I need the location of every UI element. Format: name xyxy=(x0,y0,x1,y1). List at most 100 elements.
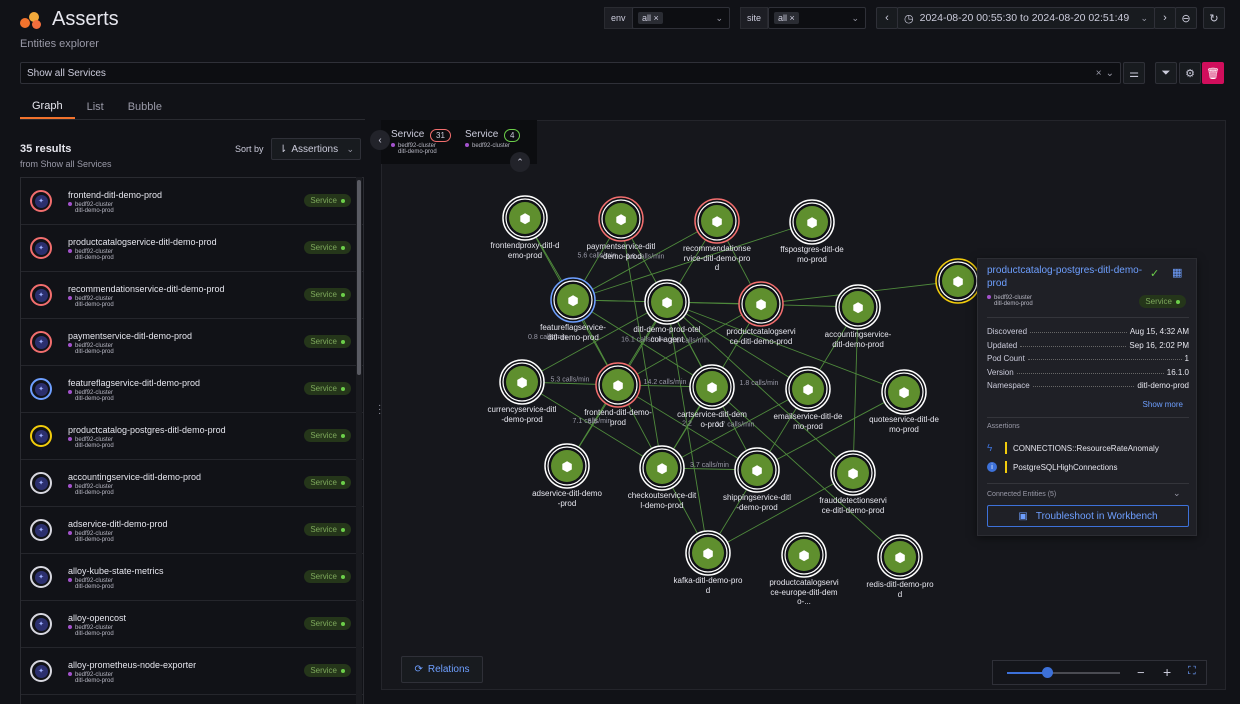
service-hex-icon: ⬢ xyxy=(567,294,578,309)
graph-node[interactable]: ⬢ xyxy=(878,535,922,579)
graph-node[interactable]: ⬢ xyxy=(782,533,826,577)
service-hex-icon: ⬢ xyxy=(656,462,667,477)
zoom-out-icon[interactable]: − xyxy=(1137,665,1145,680)
graph-node-label: checkoutservice-ditl-demo-prod xyxy=(627,491,697,510)
service-hex-icon: ⬢ xyxy=(798,549,809,564)
detail-field: Pod Count1 xyxy=(987,354,1189,363)
service-hex-icon: ⬢ xyxy=(516,376,527,391)
divider xyxy=(987,483,1189,484)
legend-meta: bedf92-clusterditl-demo-prod xyxy=(391,143,437,155)
service-hex-icon: ⬢ xyxy=(894,551,905,566)
graph-node-label: productcatalogservice-ditl-demo-prod xyxy=(726,327,796,346)
lightning-icon: ϟ xyxy=(987,443,1005,454)
relations-icon: ⟳ xyxy=(414,664,422,675)
troubleshoot-workbench-button[interactable]: ▣ Troubleshoot in Workbench xyxy=(987,505,1189,527)
service-hex-icon: ⬢ xyxy=(612,379,623,394)
graph-node[interactable]: ⬢ xyxy=(790,200,834,244)
graph-node-label: accountingservice-ditl-demo-prod xyxy=(823,330,893,349)
assertion-item[interactable]: ϟ CONNECTIONS::ResourceRateAnomaly xyxy=(987,442,1159,454)
legend-meta: bedf92-cluster xyxy=(465,143,510,149)
graph-node[interactable]: ⬢ xyxy=(690,365,734,409)
check-icon: ✓ xyxy=(1150,267,1159,280)
graph-node[interactable]: ⬢ xyxy=(739,282,783,326)
graph-node[interactable]: ⬢ xyxy=(882,370,926,414)
service-hex-icon: ⬢ xyxy=(702,547,713,562)
graph-node-label: adservice-ditl-demo-prod xyxy=(532,489,602,508)
graph-node[interactable]: ⬢ xyxy=(695,199,739,243)
service-hex-icon: ⬢ xyxy=(952,275,963,290)
graph-node-label: ffspostgres-ditl-demo-prod xyxy=(777,245,847,264)
zoom-controls: − + ⛶ xyxy=(992,660,1207,685)
graph-node[interactable]: ⬢ xyxy=(640,446,684,490)
graph-node-label: recommendationservice-ditl-demo-prod xyxy=(682,244,752,273)
collapse-legend-button[interactable]: ⌃ xyxy=(510,152,530,172)
relations-button[interactable]: ⟳ Relations xyxy=(401,656,483,683)
graph-node-label: kafka-ditl-demo-prod xyxy=(673,576,743,595)
divider xyxy=(987,317,1189,318)
service-hex-icon: ⬢ xyxy=(806,216,817,231)
service-hex-icon: ⬢ xyxy=(561,460,572,475)
service-hex-icon: ⬢ xyxy=(847,467,858,482)
service-hex-icon: ⬢ xyxy=(706,381,717,396)
severity-bar xyxy=(1005,461,1007,473)
graph-node[interactable]: ⬢ xyxy=(836,285,880,329)
graph-node[interactable]: ⬢ xyxy=(831,451,875,495)
graph-node-label: cartservice-ditl-demo-prod xyxy=(677,410,747,429)
graph-node[interactable]: ⬢ xyxy=(500,360,544,404)
graph-node[interactable]: ⬢ xyxy=(936,259,980,303)
connected-entities-toggle[interactable]: Connected Entities (5) xyxy=(987,491,1056,498)
resize-handle-icon[interactable]: ··· xyxy=(378,404,381,416)
assertions-title: Assertions xyxy=(987,423,1020,430)
workbench-icon: ▣ xyxy=(1018,511,1027,522)
detail-field: Version16.1.0 xyxy=(987,368,1189,377)
service-hex-icon: ⬢ xyxy=(661,296,672,311)
info-icon: i xyxy=(987,462,997,472)
graph-node[interactable]: ⬢ xyxy=(735,448,779,492)
detail-field: DiscoveredAug 15, 4:32 AM xyxy=(987,327,1189,336)
detail-field: Namespaceditl-demo-prod xyxy=(987,381,1189,390)
severity-bar xyxy=(1005,442,1007,454)
graph-node[interactable]: ⬢ xyxy=(786,367,830,411)
entity-detail-card: productcatalog-postgres-ditl-demo-prod ✓… xyxy=(977,258,1197,536)
legend-count-badge[interactable]: 31 xyxy=(430,129,451,142)
graph-node[interactable]: ⬢ xyxy=(545,444,589,488)
collapse-panel-button[interactable]: ‹ xyxy=(370,130,390,150)
graph-node-label: emailservice-ditl-demo-prod xyxy=(773,412,843,431)
show-more-link[interactable]: Show more xyxy=(1143,400,1183,409)
service-hex-icon: ⬢ xyxy=(711,215,722,230)
graph-node[interactable]: ⬢ xyxy=(551,278,595,322)
edge-label: 3.7 calls/min xyxy=(690,462,729,469)
graph-node[interactable]: ⬢ xyxy=(645,280,689,324)
graph-node-label: frontend-ditl-demo-prod xyxy=(583,408,653,427)
edge-label: 5.3 calls/min xyxy=(551,377,590,384)
legend-count-badge[interactable]: 4 xyxy=(504,129,520,142)
fullscreen-icon[interactable]: ⛶ xyxy=(1188,665,1196,678)
entity-meta: bedf92-clusterditl-demo-prod xyxy=(987,295,1033,307)
graph-node-label: featureflagservice-ditl-demo-prod xyxy=(538,323,608,342)
service-hex-icon: ⬢ xyxy=(751,464,762,479)
graph-node[interactable]: ⬢ xyxy=(686,531,730,575)
graph-node[interactable]: ⬢ xyxy=(596,363,640,407)
graph-node[interactable]: ⬢ xyxy=(503,196,547,240)
zoom-slider-thumb[interactable] xyxy=(1042,667,1053,678)
edge-label: 1.8 calls/min xyxy=(740,380,779,387)
graph-node[interactable]: ⬢ xyxy=(599,197,643,241)
service-hex-icon: ⬢ xyxy=(802,383,813,398)
graph-node-label: frauddetectionservice-ditl-demo-prod xyxy=(818,496,888,515)
zoom-slider-fill xyxy=(1007,672,1047,674)
detail-field: UpdatedSep 16, 2:02 PM xyxy=(987,341,1189,350)
graph-node-label: productcatalogservice-europe-ditl-demo-.… xyxy=(769,578,839,607)
edge-label: 14.2 calls/min xyxy=(644,379,687,386)
chevron-down-icon[interactable]: ⌄ xyxy=(1173,488,1181,499)
zoom-in-icon[interactable]: + xyxy=(1163,664,1171,680)
graph-node-label: frontendproxy-ditl-demo-prod xyxy=(490,241,560,260)
grid-icon[interactable]: ▦ xyxy=(1172,266,1182,279)
graph-node-label: paymentservice-ditl-demo-prod xyxy=(586,242,656,261)
assertion-item[interactable]: i PostgreSQLHighConnections xyxy=(987,461,1118,473)
service-hex-icon: ⬢ xyxy=(852,301,863,316)
service-hex-icon: ⬢ xyxy=(898,386,909,401)
entity-title-link[interactable]: productcatalog-postgres-ditl-demo-prod xyxy=(987,264,1147,290)
graph-node-label: redis-ditl-demo-prod xyxy=(865,580,935,599)
graph-node-label: currencyservice-ditl-demo-prod xyxy=(487,405,557,424)
legend-title: Service xyxy=(391,129,424,140)
